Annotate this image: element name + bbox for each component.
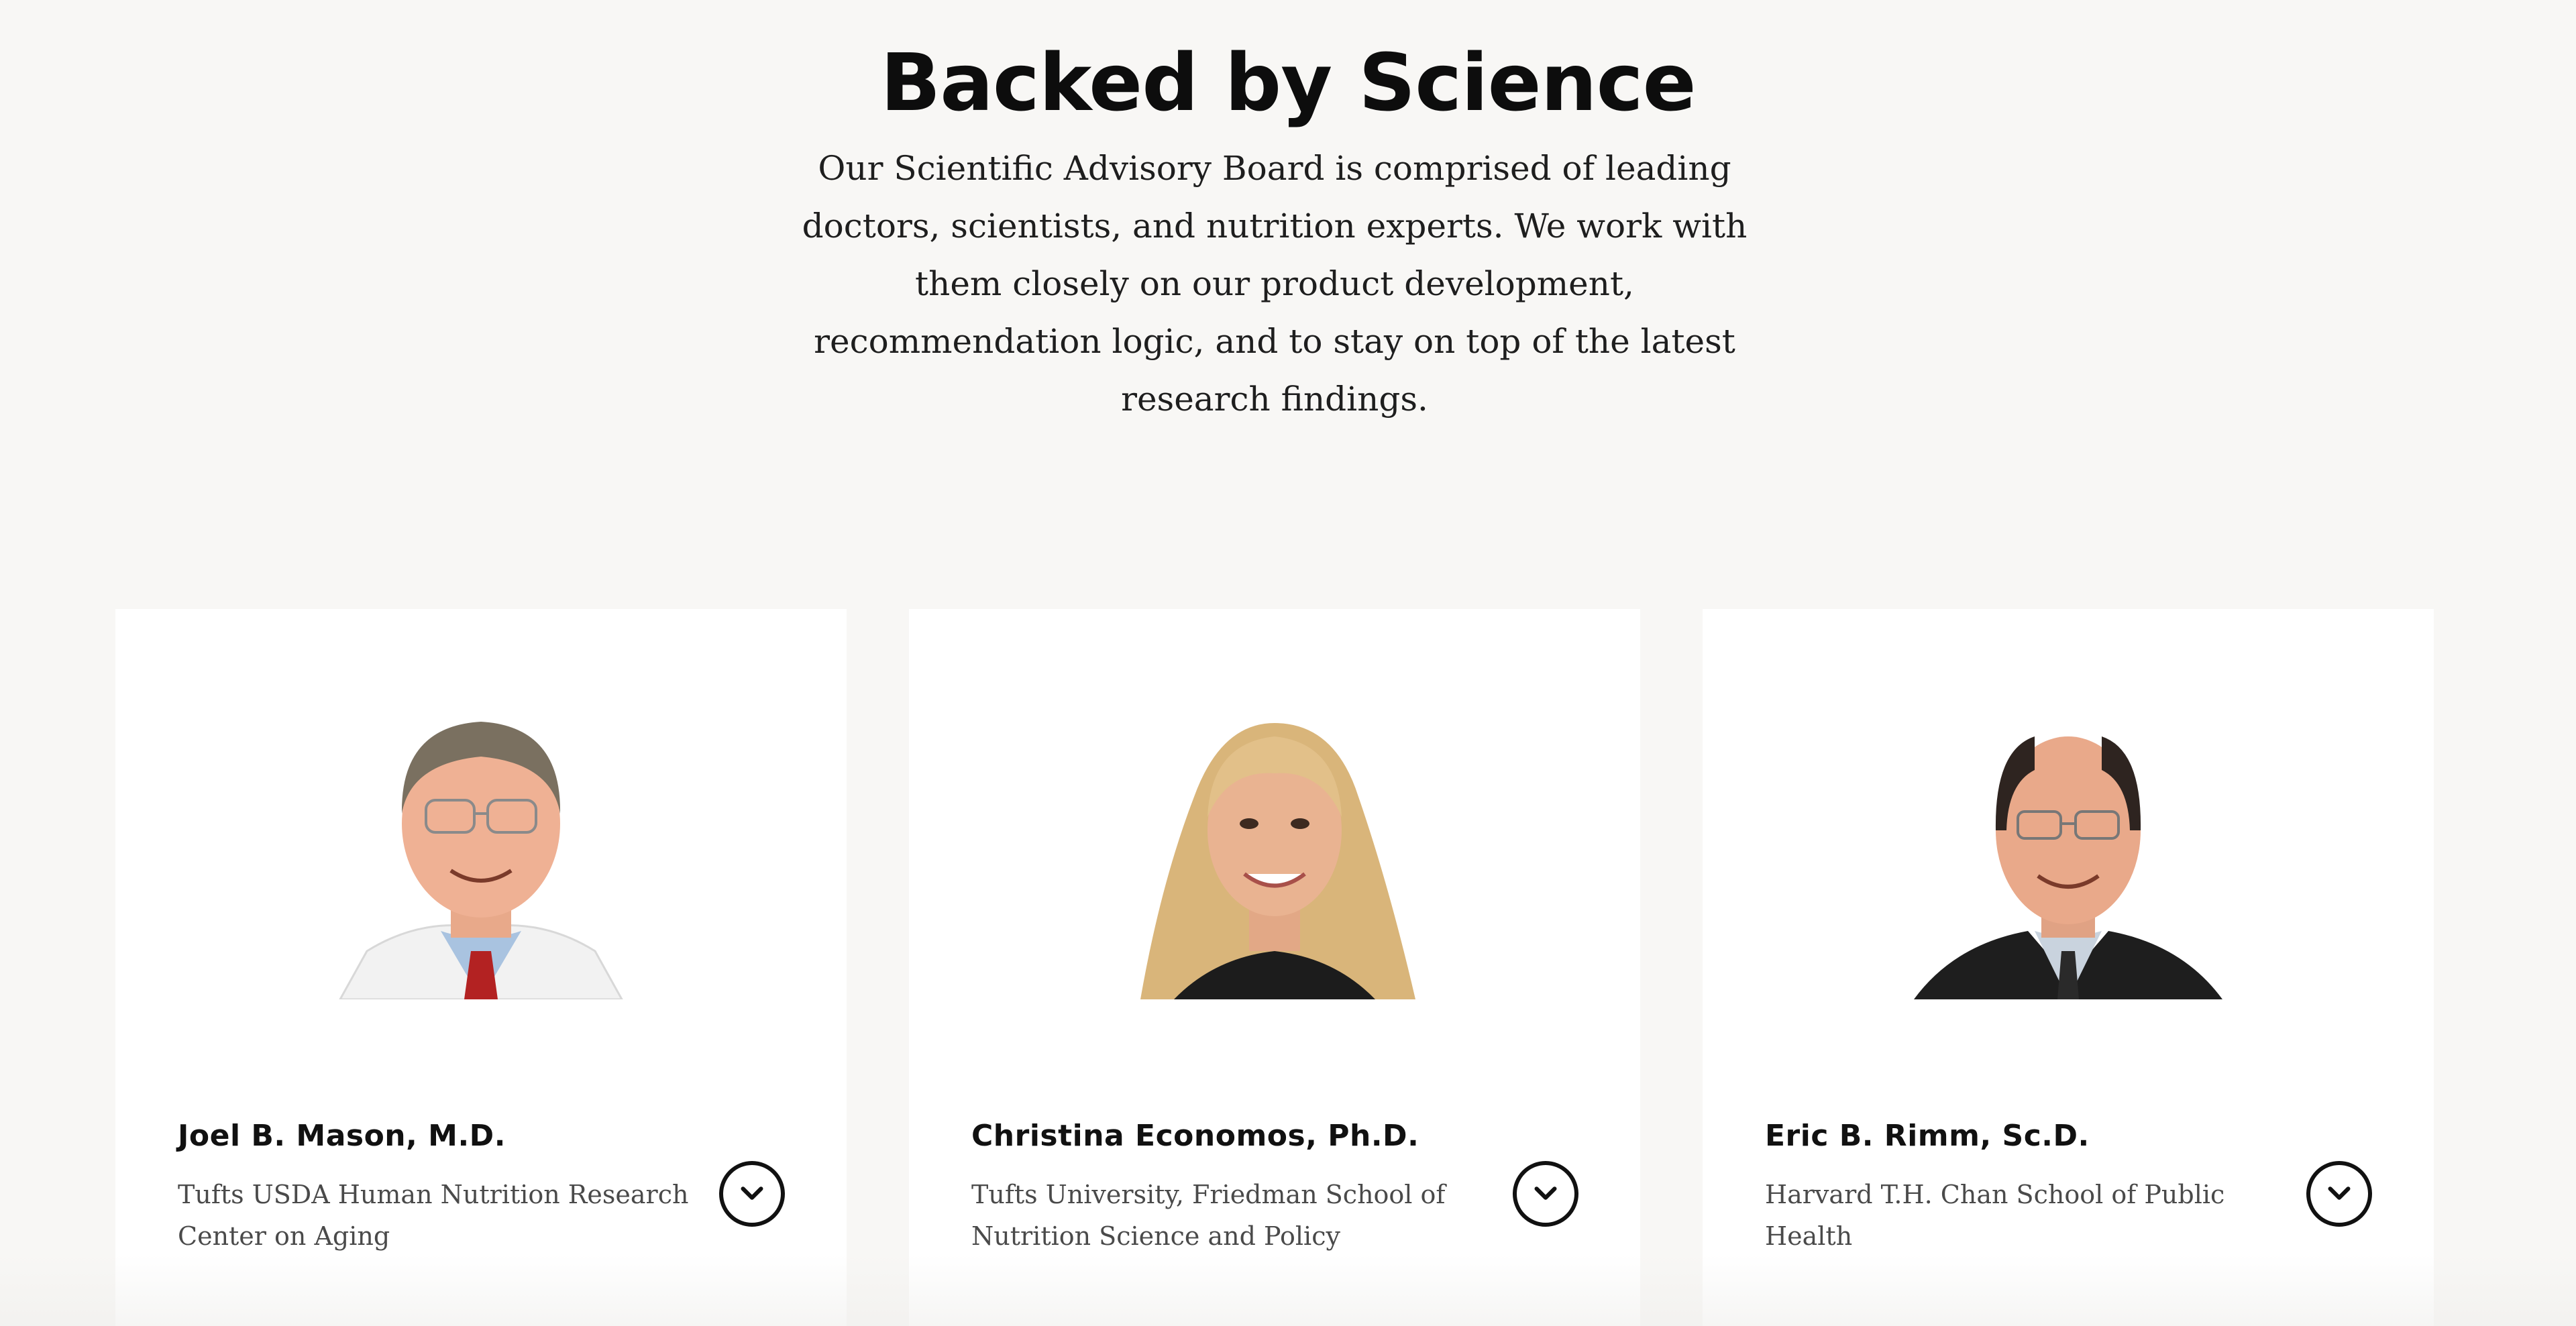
advisor-affiliation: Tufts University, Friedman School of Nut… bbox=[971, 1180, 1446, 1251]
advisor-affiliation: Harvard T.H. Chan School of Public Healt… bbox=[1765, 1180, 2225, 1251]
chevron-down-icon bbox=[741, 1186, 763, 1200]
advisor-name: Eric B. Rimm, Sc.D. bbox=[1765, 1119, 2090, 1153]
section-intro: Our Scientific Advisory Board is compris… bbox=[802, 149, 1748, 419]
chevron-down-icon bbox=[1534, 1186, 1557, 1200]
advisor-photo-joel-mason bbox=[246, 663, 716, 999]
advisor-card: Christina Economos, Ph.D. Tufts Universi… bbox=[909, 609, 1640, 1326]
advisor-photo bbox=[1040, 663, 1509, 999]
advisor-photo bbox=[1833, 663, 2303, 999]
section-title: Backed by Science bbox=[880, 36, 1696, 129]
advisor-photo-christina-economos bbox=[1040, 663, 1509, 999]
expand-bio-button[interactable] bbox=[1513, 1161, 1578, 1227]
chevron-down-icon bbox=[2328, 1186, 2351, 1200]
advisor-affiliation: Tufts USDA Human Nutrition Research Cent… bbox=[178, 1180, 689, 1251]
advisor-card: Eric B. Rimm, Sc.D. Harvard T.H. Chan Sc… bbox=[1703, 609, 2434, 1326]
advisor-name: Christina Economos, Ph.D. bbox=[971, 1119, 1419, 1153]
expand-bio-button[interactable] bbox=[2306, 1161, 2372, 1227]
advisor-photo bbox=[246, 663, 716, 999]
expand-bio-button[interactable] bbox=[719, 1161, 785, 1227]
advisor-photo-eric-rimm bbox=[1833, 663, 2303, 999]
advisor-name: Joel B. Mason, M.D. bbox=[178, 1119, 506, 1153]
advisor-card: Joel B. Mason, M.D. Tufts USDA Human Nut… bbox=[115, 609, 847, 1326]
